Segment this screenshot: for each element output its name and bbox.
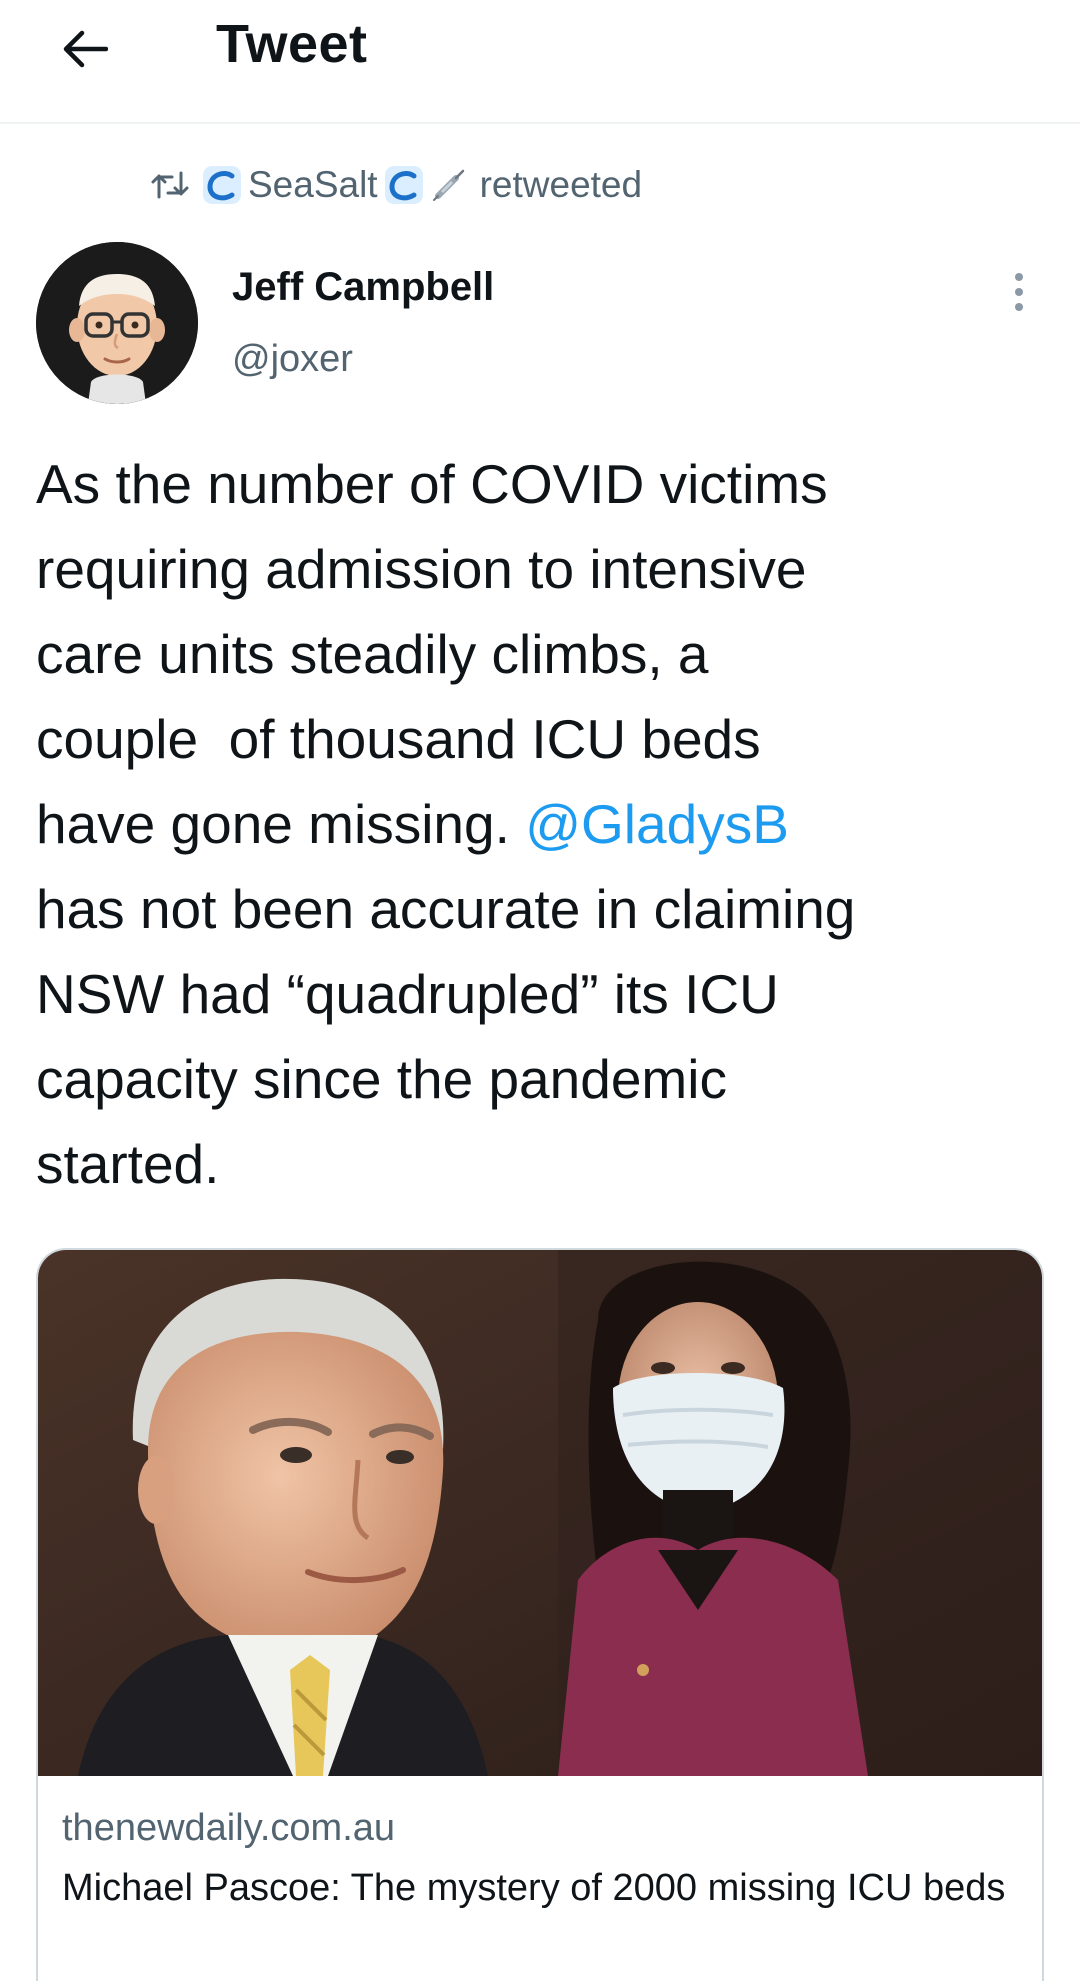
retweet-action-text: retweeted: [479, 164, 643, 205]
water-wave-icon: [384, 165, 424, 205]
link-preview-card[interactable]: thenewdaily.com.au Michael Pascoe: The m…: [36, 1248, 1044, 1981]
memoji-avatar: [36, 242, 198, 404]
tweet-text: As the number of COVID victims requiring…: [36, 442, 1046, 1207]
retweet-context: SeaSalt retweeted: [150, 160, 642, 210]
more-options-button[interactable]: [995, 262, 1043, 322]
author-handle[interactable]: @joxer: [232, 335, 353, 383]
article-photo: [38, 1250, 1042, 1776]
tweet-detail-screen: Tweet SeaSalt retweeted Jeff Campbell @j…: [0, 0, 1080, 1981]
tweet-text-part-2: has not been accurate in claiming NSW ha…: [36, 878, 856, 1195]
avatar[interactable]: [36, 242, 198, 404]
syringe-icon: [430, 166, 468, 204]
author-display-name[interactable]: Jeff Campbell: [232, 262, 494, 312]
top-app-bar: Tweet: [0, 0, 1080, 124]
link-card-meta: thenewdaily.com.au Michael Pascoe: The m…: [38, 1776, 1042, 1981]
mention-link[interactable]: @GladysB: [525, 793, 789, 855]
arrow-left-icon: [63, 30, 108, 68]
link-card-title: Michael Pascoe: The mystery of 2000 miss…: [62, 1867, 1006, 1909]
more-vertical-icon: [1015, 273, 1023, 311]
link-card-domain: thenewdaily.com.au: [62, 1807, 396, 1849]
water-wave-icon: [202, 165, 242, 205]
retweeter-link[interactable]: SeaSalt: [202, 164, 468, 206]
page-title: Tweet: [216, 14, 368, 74]
back-button[interactable]: [50, 14, 120, 84]
retweeter-name: SeaSalt: [248, 164, 378, 205]
retweet-icon: [150, 165, 190, 205]
